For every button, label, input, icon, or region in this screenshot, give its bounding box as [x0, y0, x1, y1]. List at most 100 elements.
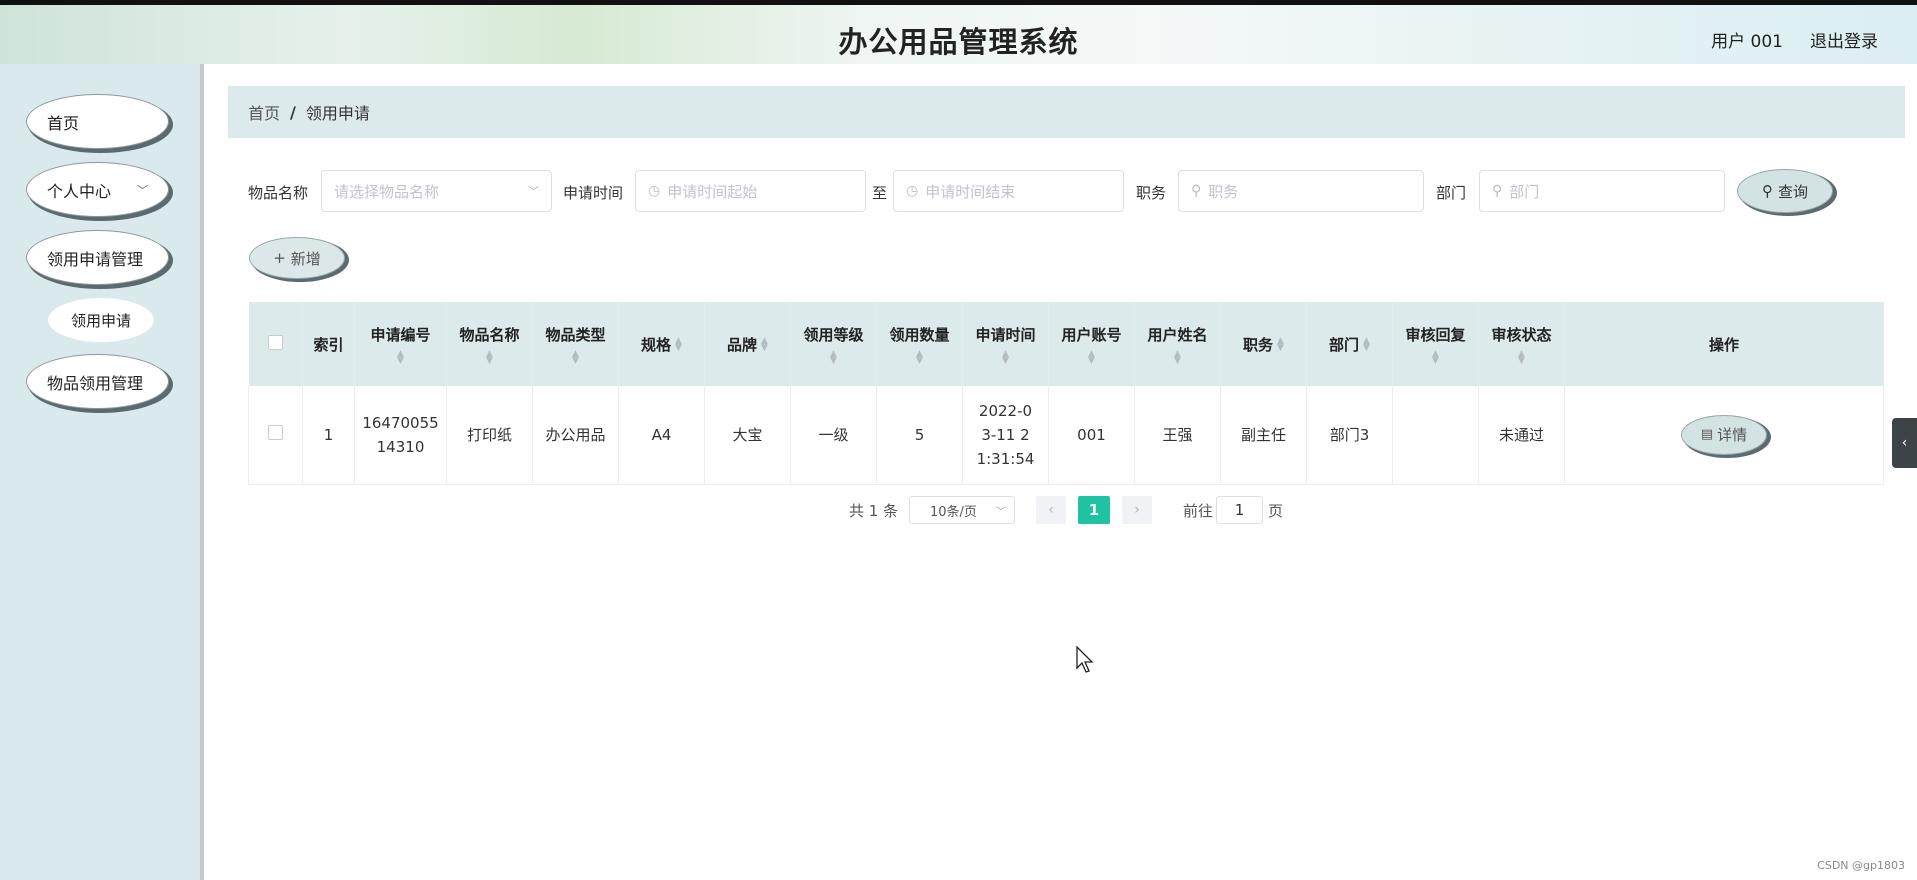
column-header-label: 操作	[1708, 335, 1739, 354]
document-icon: ▤	[1700, 426, 1714, 442]
plus-icon: +	[273, 249, 286, 267]
sort-icon[interactable]: ▲ ▼	[1135, 349, 1220, 365]
app-title: 办公用品管理系统	[838, 25, 1079, 59]
row-checkbox-cell[interactable]	[248, 386, 303, 485]
goto-page-input[interactable]: 1	[1216, 496, 1263, 524]
sidebar-item-item-usage-management[interactable]: 物品领用管理	[26, 354, 169, 409]
cell-item-type: 办公用品	[532, 386, 619, 485]
dept-search-input[interactable]: ⚲ 部门	[1479, 170, 1725, 212]
column-header[interactable]: 用户姓名 ▲ ▼	[1134, 302, 1221, 386]
goto-label: 前往	[1183, 502, 1214, 520]
breadcrumb-separator: /	[290, 102, 296, 122]
sort-icon[interactable]: ▲ ▼	[1049, 349, 1134, 365]
cell-username: 王强	[1134, 386, 1221, 485]
page-number[interactable]: 1	[1078, 496, 1110, 524]
sort-icon[interactable]: ▲ ▼	[1363, 337, 1370, 353]
clock-icon: ◷	[648, 183, 661, 199]
sort-icon[interactable]: ▲ ▼	[1479, 349, 1564, 365]
sort-icon[interactable]: ▲ ▼	[355, 349, 446, 365]
filter-bar: 物品名称 请选择物品名称 ﹀ 申请时间 ◷ 申请时间起始 至 ◷ 申请时间结束 …	[248, 169, 1848, 213]
chevron-left-icon: ‹	[1901, 435, 1908, 451]
cell-index: 1	[302, 386, 355, 485]
watermark: CSDN @gp1803	[1817, 859, 1905, 872]
page-size-value: 10条/页	[930, 504, 977, 520]
column-header-label: 用户账号	[1061, 325, 1122, 344]
column-header[interactable]: 领用数量 ▲ ▼	[876, 302, 963, 386]
sort-icon[interactable]: ▲ ▼	[675, 337, 682, 353]
page-size-select[interactable]: 10条/页 ﹀	[909, 496, 1015, 524]
column-header-label: 用户姓名	[1147, 325, 1208, 344]
pagination-total: 共 1 条	[849, 502, 899, 520]
column-header[interactable]: 物品类型 ▲ ▼	[532, 302, 619, 386]
cell-actions: ▤ 详情	[1564, 386, 1884, 485]
prev-page-button[interactable]: ‹	[1036, 496, 1066, 524]
chevron-down-icon: ﹀	[528, 185, 539, 198]
column-header: 操作	[1564, 302, 1884, 386]
apply-time-end-picker[interactable]: ◷ 申请时间结束	[893, 170, 1124, 212]
column-header[interactable]: 申请编号 ▲ ▼	[354, 302, 447, 386]
apply-time-label: 申请时间	[563, 184, 624, 202]
sidebar-subitem-apply[interactable]: 领用申请	[48, 298, 154, 342]
cell-dept: 部门3	[1306, 386, 1393, 485]
current-user: 用户 001	[1711, 32, 1783, 52]
row-checkbox[interactable]	[268, 424, 283, 440]
sort-icon[interactable]: ▲ ▼	[1277, 337, 1284, 353]
side-panel-toggle[interactable]: ‹	[1892, 418, 1917, 468]
table-row: 1 1647005514310 打印纸 办公用品 A4 大宝 一级 5 2022…	[248, 386, 1884, 485]
sidebar-item-label: 领用申请管理	[47, 249, 144, 269]
column-header-label: 领用等级	[803, 325, 864, 344]
sort-icon[interactable]: ▲ ▼	[791, 349, 876, 365]
item-name-select[interactable]: 请选择物品名称 ﹀	[321, 170, 552, 212]
cell-account: 001	[1048, 386, 1135, 485]
mouse-cursor-icon	[1076, 646, 1094, 673]
cell-apply-time: 2022-03-11 21:31:54	[962, 386, 1049, 485]
column-header[interactable]: 规格 ▲ ▼	[618, 302, 705, 386]
table-header-row: 索引 申请编号 ▲ ▼ 物品名称 ▲ ▼ 物品类型 ▲ ▼ 规格 ▲ ▼ 品牌 ▲ ▼ 领用等级 ▲ ▼…	[248, 302, 1884, 386]
sort-icon[interactable]: ▲ ▼	[533, 349, 618, 365]
sort-icon[interactable]: ▲ ▼	[761, 337, 768, 353]
sidebar-item-apply-management[interactable]: 领用申请管理	[26, 230, 169, 285]
sort-icon[interactable]: ▲ ▼	[877, 349, 962, 365]
select-all-checkbox-cell[interactable]	[248, 302, 303, 386]
query-button[interactable]: ⚲ 查询	[1737, 169, 1833, 213]
detail-button[interactable]: ▤ 详情	[1681, 414, 1767, 455]
sidebar-item-label: 首页	[47, 113, 80, 133]
sort-icon[interactable]: ▲ ▼	[447, 349, 532, 365]
column-header[interactable]: 领用等级 ▲ ▼	[790, 302, 877, 386]
breadcrumb-current: 领用申请	[305, 104, 370, 123]
search-icon: ⚲	[1761, 182, 1773, 200]
sidebar-item-home[interactable]: 首页	[26, 94, 169, 149]
column-header[interactable]: 物品名称 ▲ ▼	[446, 302, 533, 386]
cell-qty: 5	[876, 386, 963, 485]
column-header[interactable]: 申请时间 ▲ ▼	[962, 302, 1049, 386]
apply-time-end-placeholder: 申请时间结束	[925, 182, 1016, 201]
column-header[interactable]: 审核状态 ▲ ▼	[1478, 302, 1565, 386]
top-header: 办公用品管理系统 用户 001 退出登录	[0, 0, 1917, 64]
sidebar-item-personal-center[interactable]: 个人中心 ﹀	[26, 162, 169, 217]
column-header: 索引	[302, 302, 355, 386]
sidebar-item-label: 领用申请	[70, 311, 131, 330]
column-header[interactable]: 审核回复 ▲ ▼	[1392, 302, 1479, 386]
sort-icon[interactable]: ▲ ▼	[963, 349, 1048, 365]
column-header[interactable]: 部门 ▲ ▼	[1306, 302, 1393, 386]
position-search-input[interactable]: ⚲ 职务	[1178, 170, 1424, 212]
column-header-label: 职务	[1243, 335, 1274, 354]
cell-item-name: 打印纸	[446, 386, 533, 485]
breadcrumb: 首页 / 领用申请	[228, 86, 1905, 138]
add-button-label: 新增	[290, 249, 321, 268]
next-page-button[interactable]: ›	[1122, 496, 1152, 524]
column-header-label: 规格	[641, 335, 672, 354]
column-header[interactable]: 用户账号 ▲ ▼	[1048, 302, 1135, 386]
column-header[interactable]: 职务 ▲ ▼	[1220, 302, 1307, 386]
breadcrumb-home[interactable]: 首页	[248, 100, 280, 124]
item-name-placeholder: 请选择物品名称	[334, 182, 440, 201]
logout-link[interactable]: 退出登录	[1810, 27, 1878, 52]
apply-time-start-picker[interactable]: ◷ 申请时间起始	[635, 170, 866, 212]
cell-position: 副主任	[1220, 386, 1307, 485]
sort-icon[interactable]: ▲ ▼	[1393, 349, 1478, 365]
sidebar: 首页 个人中心 ﹀ 领用申请管理 领用申请 物品领用管理	[0, 64, 204, 880]
select-all-checkbox[interactable]	[267, 334, 283, 350]
add-button[interactable]: + 新增	[249, 237, 345, 279]
sidebar-item-label: 个人中心	[47, 181, 112, 201]
column-header[interactable]: 品牌 ▲ ▼	[704, 302, 791, 386]
